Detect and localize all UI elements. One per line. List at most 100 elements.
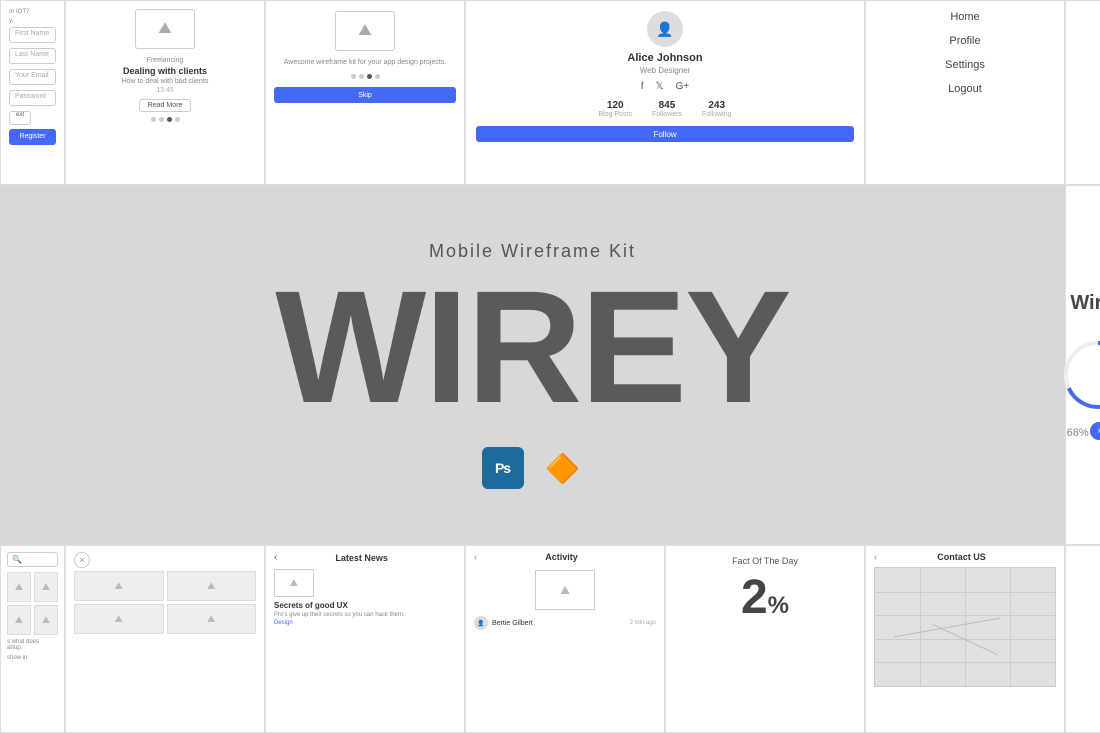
blog-tag: Freelancing [147, 57, 184, 64]
activity-image-icon: ⛰ [560, 583, 570, 598]
news-back-icon[interactable]: ‹ [274, 552, 277, 563]
close-icon[interactable]: × [74, 552, 90, 568]
hero-section: Mobile Wireframe Kit WIREY Ps 🔶 [0, 185, 1065, 545]
map-photo-3: ⛰ [74, 604, 164, 634]
dot-1 [151, 117, 156, 122]
menu-item-settings[interactable]: Settings [881, 59, 1049, 71]
contact-back-icon[interactable]: ‹ [874, 552, 877, 562]
profile-name: Alice Johnson [627, 52, 702, 64]
news-card: ‹ Latest News ⛰ Secrets of good UX Pro's… [265, 545, 465, 733]
onboard-dot-4 [375, 74, 380, 79]
stat-followers: 845 Followers [652, 100, 682, 118]
loading-panel: Wirey 68% Loaded › [1065, 185, 1100, 545]
activity-card: ‹ Activity ⛰ 👤 Bertie Gilbert 2 min ago [465, 545, 665, 733]
search-hint-3: show in [7, 655, 58, 661]
read-more-button[interactable]: Read More [139, 99, 192, 112]
social-links: f 𝕏 G+ [641, 81, 689, 92]
blog-subtitle: How to deal with bad clients [122, 78, 209, 85]
map-photo-4: ⛰ [167, 604, 257, 634]
gplus-icon[interactable]: G+ [676, 81, 690, 92]
map-small-card: × ⛰ ⛰ ⛰ ⛰ [65, 545, 265, 733]
posts-count: 120 [599, 100, 632, 111]
follow-button[interactable]: Follow [476, 126, 854, 142]
photo-4: ⛰ [34, 605, 58, 635]
last-name-field[interactable]: Last Name [9, 48, 56, 64]
following-label: Following [702, 111, 732, 118]
onboard-text: Awesome wireframe kit for your app desig… [284, 59, 447, 66]
image-icon: ⛰ [158, 20, 171, 38]
blog-time: 13:45 [156, 87, 174, 94]
blog-title: Dealing with clients [123, 66, 207, 76]
news-article-title: Secrets of good UX [274, 601, 456, 610]
hero-title: WIREY [275, 267, 789, 427]
activity-title: Activity [545, 552, 578, 562]
profile-stats: 120 Blog Posts 845 Followers 243 Followi… [599, 100, 732, 118]
followers-label: Followers [652, 111, 682, 118]
dot-3 [167, 117, 172, 122]
progress-circle [1058, 335, 1100, 427]
activity-username: Bertie Gilbert [492, 620, 533, 627]
dot-2 [159, 117, 164, 122]
news-tag: Design [274, 620, 456, 626]
ext-button[interactable]: ext [9, 111, 31, 125]
menu-item-home[interactable]: Home [881, 11, 1049, 23]
hero-icons: Ps 🔶 [482, 447, 584, 489]
contact-map [874, 567, 1056, 687]
skip-button[interactable]: Skip [274, 87, 456, 103]
menu-item-logout[interactable]: Logout [881, 83, 1049, 95]
activity-avatar: 👤 [474, 616, 488, 630]
onboard-dot-1 [351, 74, 356, 79]
dot-4 [175, 117, 180, 122]
profile-card: 👤 Alice Johnson Web Designer f 𝕏 G+ 120 … [465, 0, 865, 185]
map-road-1 [894, 618, 1001, 638]
map-photo-2: ⛰ [167, 571, 257, 601]
search-bar[interactable]: 🔍 [7, 552, 58, 567]
fact-card: Fact Of The Day 2 % [665, 545, 865, 733]
photoshop-icon: Ps [482, 447, 524, 489]
stat-following: 243 Following [702, 100, 732, 118]
activity-time: 2 min ago [630, 620, 656, 626]
onboard-card: ⛰ Awesome wireframe kit for your app des… [265, 0, 465, 185]
news-image-icon: ⛰ [290, 578, 298, 589]
search-icon: 🔍 [12, 555, 22, 564]
activity-user: 👤 Bertie Gilbert 2 min ago [474, 616, 656, 630]
right-top-card [1065, 0, 1100, 185]
register-button[interactable]: Register [9, 129, 56, 145]
search-hint-2: artup. [7, 645, 58, 651]
photo-1: ⛰ [7, 572, 31, 602]
onboard-dot-3 [367, 74, 372, 79]
fact-number: 2 [741, 574, 768, 622]
map-photo-grid: ⛰ ⛰ ⛰ ⛰ [74, 571, 256, 634]
contact-header: ‹ Contact US [874, 552, 1056, 562]
activity-image: ⛰ [535, 570, 595, 610]
first-name-field[interactable]: First Name [9, 27, 56, 43]
facebook-icon[interactable]: f [641, 81, 644, 92]
posts-label: Blog Posts [599, 111, 632, 118]
action-button[interactable]: › [1090, 422, 1100, 440]
contact-title: Contact US [937, 552, 986, 562]
ext-hint: y. [9, 18, 56, 24]
map-close-area: × [74, 552, 256, 568]
fact-number-wrapper: 2 % [741, 574, 789, 622]
news-article-sub: Pro's give up their secrets so you can h… [274, 612, 456, 618]
loading-title: Wirey [1070, 292, 1100, 315]
carousel-dots [151, 117, 180, 122]
fact-title: Fact Of The Day [732, 556, 798, 566]
news-header: ‹ Latest News [274, 552, 456, 563]
password-field[interactable]: Password [9, 90, 56, 106]
following-count: 243 [702, 100, 732, 111]
photo-grid: ⛰ ⛰ ⛰ ⛰ [7, 572, 58, 635]
followers-count: 845 [652, 100, 682, 111]
profile-role: Web Designer [640, 66, 691, 75]
right-bottom-card: › [1065, 545, 1100, 733]
menu-item-profile[interactable]: Profile [881, 35, 1049, 47]
email-field[interactable]: Your Email [9, 69, 56, 85]
activity-back-icon[interactable]: ‹ [474, 552, 477, 562]
blog-image: ⛰ [135, 9, 195, 49]
activity-header: ‹ Activity [474, 552, 656, 562]
profile-avatar: 👤 [647, 11, 683, 47]
menu-card: Home Profile Settings Logout [865, 0, 1065, 185]
fact-percent: % [768, 592, 789, 620]
search-card: 🔍 ⛰ ⛰ ⛰ ⛰ s what does artup. show in [0, 545, 65, 733]
photo-3: ⛰ [7, 605, 31, 635]
